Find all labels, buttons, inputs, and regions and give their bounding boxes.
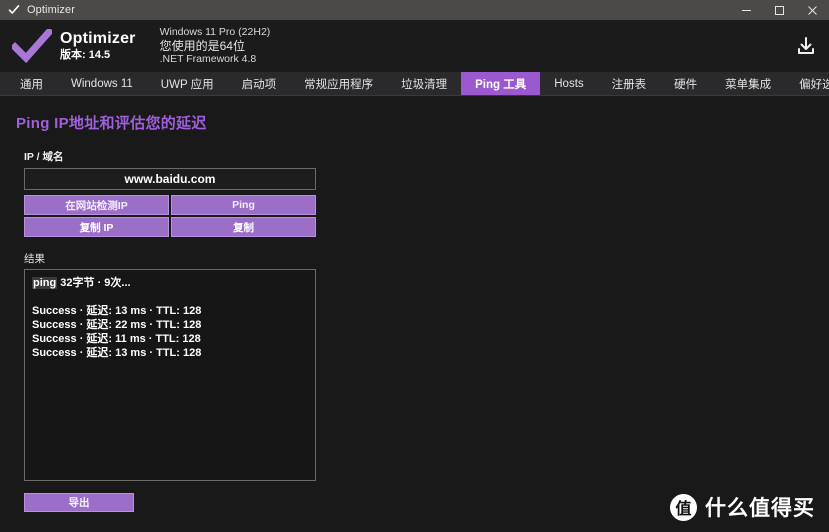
window-title: Optimizer [27, 4, 75, 16]
result-line: Success · 延迟: 13 ms · TTL: 128 [32, 305, 202, 317]
result-lines: Success · 延迟: 13 ms · TTL: 128 Success · … [32, 304, 308, 360]
watermark: 值 什么值得买 [670, 492, 815, 522]
maximize-button[interactable] [763, 0, 796, 20]
watermark-badge: 值 [670, 493, 697, 521]
result-header-line: ping 32字节 · 9次... [32, 276, 308, 290]
result-line: Success · 延迟: 13 ms · TTL: 128 [32, 347, 202, 359]
tab-bar: 通用 Windows 11 UWP 应用 启动项 常规应用程序 垃圾清理 Ping 工具 Ho… [0, 72, 829, 96]
tab-6[interactable]: Ping 工具 [461, 72, 541, 95]
tab-7[interactable]: Hosts [540, 72, 597, 95]
window-controls [730, 0, 829, 20]
app-header: Optimizer 版本: 14.5 Windows 11 Pro (22H2)… [0, 20, 829, 72]
tab-8[interactable]: 注册表 [598, 72, 661, 95]
brand-version: 版本: 14.5 [60, 48, 111, 61]
brand-name: Optimizer [60, 29, 136, 47]
result-label: 结果 [24, 253, 45, 265]
tab-5[interactable]: 垃圾清理 [387, 72, 461, 95]
ip-input[interactable] [24, 168, 316, 190]
export-button[interactable]: 导出 [24, 493, 134, 512]
tab-10[interactable]: 菜单集成 [711, 72, 785, 95]
title-bar: Optimizer [0, 0, 829, 20]
brand-block: Optimizer 版本: 14.5 [60, 29, 136, 61]
tab-1[interactable]: Windows 11 [57, 72, 147, 95]
tab-9[interactable]: 硬件 [660, 72, 711, 95]
result-line: Success · 延迟: 22 ms · TTL: 128 [32, 319, 202, 331]
copy-ip-button[interactable]: 复制 IP [24, 217, 169, 237]
tab-11[interactable]: 偏好选项 [785, 72, 829, 95]
result-header-rest: 32字节 · 9次... [60, 277, 131, 289]
check-icon [8, 4, 20, 16]
tab-2[interactable]: UWP 应用 [147, 72, 228, 95]
ip-field-label: IP / 域名 [24, 151, 64, 163]
tab-3[interactable]: 启动项 [228, 72, 291, 95]
system-info-os: Windows 11 Pro (22H2) [159, 25, 271, 38]
check-icon [10, 26, 54, 66]
download-icon[interactable] [793, 33, 819, 59]
system-info-framework: .NET Framework 4.8 [159, 53, 257, 66]
close-button[interactable] [796, 0, 829, 20]
ping-button[interactable]: Ping [171, 195, 316, 215]
tab-0[interactable]: 通用 [6, 72, 57, 95]
watermark-text: 什么值得买 [705, 497, 815, 520]
minimize-button[interactable] [730, 0, 763, 20]
action-button-grid: 在网站检测IP Ping 复制 IP 复制 [24, 195, 316, 237]
ping-form: IP / 域名 在网站检测IPPing复制 IP复制 结果 ping 32字节 … [24, 149, 316, 512]
system-info-arch: 您使用的是64位 [159, 38, 245, 53]
page-title: Ping IP地址和评估您的延迟 [16, 115, 207, 132]
optimizer-window: Optimizer Optimizer 版本: 14.5 Windows 11 … [0, 0, 829, 532]
system-info: Windows 11 Pro (22H2) 您使用的是64位 .NET Fram… [160, 26, 271, 66]
result-header-prefix: ping [32, 277, 58, 289]
detect-ip-on-website-button[interactable]: 在网站检测IP [24, 195, 169, 215]
result-output[interactable]: ping 32字节 · 9次... Success · 延迟: 13 ms · … [24, 269, 316, 481]
main-content: Ping IP地址和评估您的延迟 IP / 域名 在网站检测IPPing复制 I… [0, 96, 829, 532]
result-line: Success · 延迟: 11 ms · TTL: 128 [32, 333, 201, 345]
copy-button[interactable]: 复制 [171, 217, 316, 237]
tab-4[interactable]: 常规应用程序 [290, 72, 387, 95]
